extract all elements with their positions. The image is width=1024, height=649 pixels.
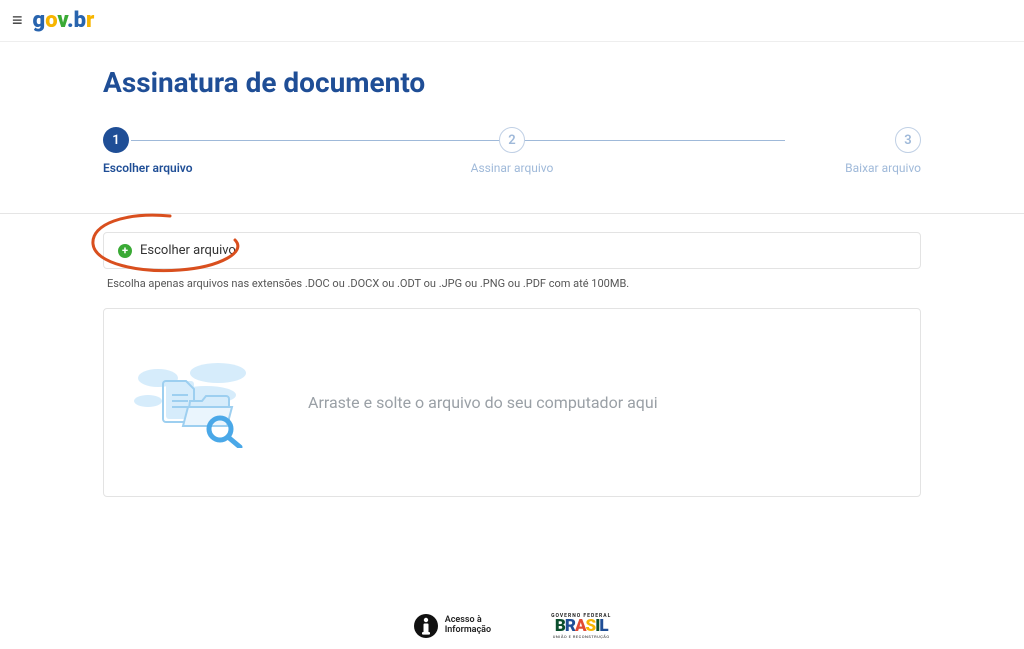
- step-choose-file: 1 Escolher arquivo: [103, 127, 376, 175]
- dropzone-text: Arraste e solte o arquivo do seu computa…: [308, 393, 658, 412]
- hamburger-icon: ≡: [12, 10, 23, 30]
- logo-letter: v: [57, 8, 67, 33]
- brasil-logo-sub: UNIÃO E RECONSTRUÇÃO: [553, 634, 610, 639]
- progress-stepper: 1 Escolher arquivo 2 Assinar arquivo 3 B…: [103, 127, 921, 193]
- app-header: ≡ gov.br: [0, 0, 1024, 42]
- brasil-logo-main: BRASIL: [555, 619, 608, 634]
- step-label: Escolher arquivo: [103, 161, 193, 175]
- choose-file-label: Escolher arquivo: [140, 243, 236, 258]
- step-number: 2: [499, 127, 525, 153]
- file-dropzone[interactable]: Arraste e solte o arquivo do seu computa…: [103, 308, 921, 497]
- step-number: 3: [895, 127, 921, 153]
- step-number: 1: [103, 127, 129, 153]
- step-label: Assinar arquivo: [471, 161, 554, 175]
- step-download-file: 3 Baixar arquivo: [648, 127, 921, 175]
- access-info-link[interactable]: Acesso à Informação: [413, 613, 491, 639]
- choose-file-button[interactable]: + Escolher arquivo: [103, 232, 921, 269]
- page-footer: Acesso à Informação GOVERNO FEDERAL BRAS…: [0, 597, 1024, 649]
- logo-letter: b: [74, 8, 86, 33]
- step-sign-file: 2 Assinar arquivo: [376, 127, 649, 175]
- govbr-logo[interactable]: gov.br: [33, 8, 95, 33]
- section-divider: [0, 213, 1024, 214]
- plus-circle-icon: +: [118, 244, 132, 258]
- brasil-gov-logo[interactable]: GOVERNO FEDERAL BRASIL UNIÃO E RECONSTRU…: [551, 613, 611, 639]
- info-icon: [413, 613, 439, 639]
- step-label: Baixar arquivo: [845, 161, 921, 175]
- access-info-text: Acesso à Informação: [445, 616, 491, 636]
- file-extensions-helper: Escolha apenas arquivos nas extensões .D…: [107, 277, 917, 290]
- logo-letter: .: [67, 8, 74, 33]
- logo-letter: o: [45, 8, 57, 33]
- menu-button[interactable]: ≡: [12, 10, 23, 31]
- page-title: Assinatura de documento: [103, 66, 921, 99]
- dropzone-illustration-icon: [128, 353, 278, 452]
- logo-letter: r: [86, 8, 94, 33]
- logo-letter: g: [33, 8, 46, 33]
